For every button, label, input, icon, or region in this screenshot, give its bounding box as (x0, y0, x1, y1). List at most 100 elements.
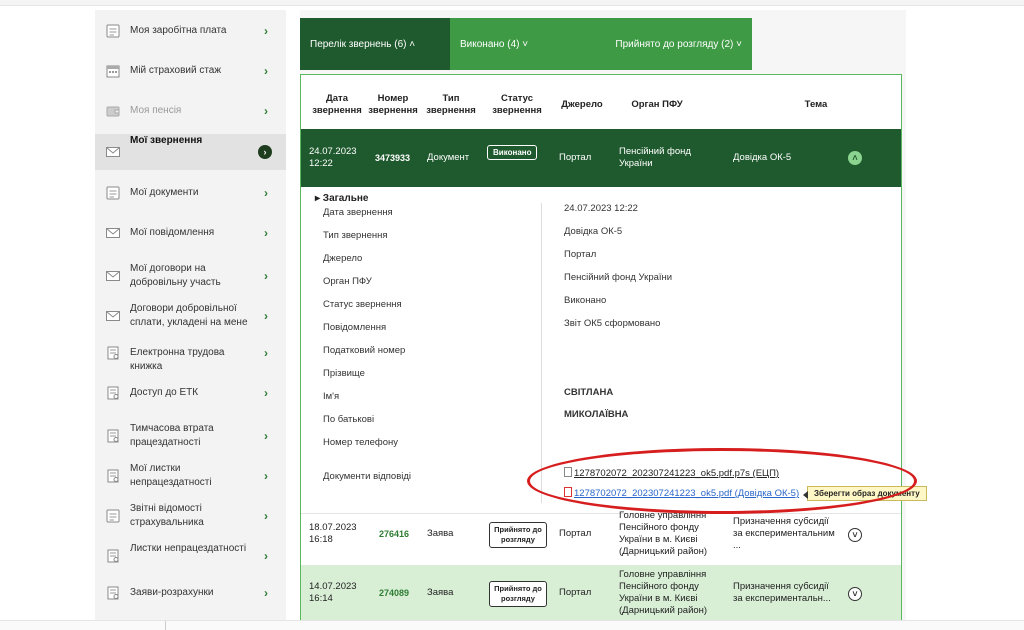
detail-label: По батькові (323, 414, 375, 425)
row-type: Документ (427, 152, 470, 163)
chevron-right-icon: › (264, 429, 268, 443)
detail-value: 24.07.2023 12:22 (564, 203, 638, 214)
row-date: 24.07.2023 12:22 (309, 146, 357, 169)
tab-appeals-list[interactable]: Перелік звернень (6) ˄ (300, 18, 450, 70)
row-source: Портал (559, 152, 592, 163)
sidebar-item[interactable]: Заяви-розрахунки › (95, 582, 286, 604)
row-date: 18.07.2023 16:18 (309, 522, 357, 545)
row-organ: Головне управління Пенсійного фонду Укра… (619, 510, 708, 557)
book-icon (105, 385, 121, 401)
detail-value: Пенсійний фонд України (564, 272, 673, 283)
sidebar-item-label: Звітні відомості страхувальника (130, 503, 204, 528)
detail-value: Портал (564, 249, 597, 260)
chevron-right-icon: › (264, 549, 268, 563)
table-row[interactable]: 18.07.2023 16:18 276416 Заява Прийнято д… (301, 510, 901, 565)
chevron-right-icon: › (264, 346, 268, 360)
document-link-pdf[interactable]: 1278702072_202307241223_ok5.pdf (Довідка… (564, 487, 799, 499)
detail-label: Орган ПФУ (323, 276, 372, 287)
chevron-right-icon: › (264, 309, 268, 323)
sidebar-item[interactable]: Мої звернення › (95, 134, 286, 170)
tabs-bar: Перелік звернень (6) ˄ Виконано (4) ˅ Пр… (300, 18, 752, 70)
sidebar-item[interactable]: Мої документи › (95, 182, 286, 204)
sidebar-item-label: Мої повідомлення (130, 227, 215, 238)
document-link-label: 1278702072_202307241223_ok5.pdf (Довідка… (574, 488, 800, 499)
detail-value: Звіт ОК5 сформовано (564, 318, 661, 329)
document-icon (105, 23, 121, 39)
sidebar-item[interactable]: Мій страховий стаж › (95, 60, 286, 82)
sidebar-item[interactable]: Договори добровільної сплати, укладені н… (95, 302, 286, 330)
chevron-right-icon: › (264, 269, 268, 283)
book-icon (105, 585, 121, 601)
row-number: 3473933 (375, 153, 411, 163)
detail-label: Повідомлення (323, 322, 387, 333)
file-icon (564, 467, 572, 477)
status-badge: Прийнято до розгляду (489, 581, 547, 607)
sidebar-item[interactable]: Тимчасова втрата працездатності › (95, 422, 286, 450)
browser-toolbar-strip (0, 0, 1024, 6)
expand-row-button[interactable]: ˅ (848, 587, 862, 601)
sidebar-item[interactable]: Мої повідомлення › (95, 222, 286, 244)
details-section-title[interactable]: ▸ Загальне (315, 193, 368, 204)
appeals-table: Дата звернення Номер звернення Тип зверн… (300, 74, 902, 620)
detail-label: Ім'я (323, 391, 340, 402)
sidebar-item[interactable]: Листки непрацездатності › (95, 542, 286, 570)
sidebar-item-label: Мій страховий стаж (130, 65, 222, 76)
sidebar-item-label: Електронна трудова книжка (130, 347, 225, 372)
document-icon (105, 185, 121, 201)
tab-accepted[interactable]: Прийнято до розгляду (2) ˅ (600, 18, 752, 70)
book-icon (105, 428, 121, 444)
chevron-right-icon: › (264, 64, 268, 78)
chevron-right-icon: › (264, 469, 268, 483)
sidebar-item[interactable]: Моя пенсія › (95, 100, 286, 122)
sidebar-item-label: Тимчасова втрата працездатності (130, 423, 214, 448)
row-source: Портал (559, 528, 592, 539)
sidebar-item[interactable]: Моя заробітна плата › (95, 20, 286, 42)
sidebar-item[interactable]: Мої листки непрацездатності › (95, 462, 286, 490)
tab-completed[interactable]: Виконано (4) ˅ (450, 18, 600, 70)
expand-row-button[interactable]: ˅ (848, 528, 862, 542)
table-header: Дата звернення Номер звернення Тип зверн… (301, 75, 901, 129)
table-row[interactable]: 24.07.2023 12:22 3473933 Документ Викона… (301, 129, 901, 187)
save-document-tooltip: Зберегти образ документу (803, 486, 927, 501)
detail-label: Документи відповіді (323, 471, 412, 482)
row-type: Заява (427, 587, 454, 598)
detail-label: Податковий номер (323, 345, 406, 356)
detail-label: Дата звернення (323, 207, 393, 218)
status-badge: Прийнято до розгляду (489, 522, 547, 548)
detail-label: Прізвище (323, 368, 365, 379)
calendar-icon (105, 63, 121, 79)
main-panel: Перелік звернень (6) ˄ Виконано (4) ˅ Пр… (300, 10, 906, 620)
chevron-right-icon: › (264, 586, 268, 600)
table-row[interactable]: 14.07.2023 16:14 274089 Заява Прийнято д… (301, 565, 901, 620)
row-number: 276416 (379, 529, 410, 539)
document-icon (105, 508, 121, 524)
envelope-icon (105, 308, 121, 324)
sidebar-item[interactable]: Звітні відомості страхувальника › (95, 502, 286, 530)
page: Моя заробітна плата › Мій страховий стаж › М… (0, 0, 1024, 630)
header-source: Джерело (561, 99, 603, 110)
sidebar-item-label: Моя пенсія (130, 105, 182, 116)
chevron-right-icon: › (264, 186, 268, 200)
detail-value: Виконано (564, 295, 607, 306)
details-divider (541, 203, 542, 503)
detail-label: Тип звернення (323, 230, 388, 241)
chevron-right-icon: › (264, 226, 268, 240)
detail-value: Довідка ОК-5 (564, 226, 623, 237)
detail-label: Джерело (323, 253, 363, 264)
sidebar-item[interactable]: Мої договори на добровільну участь › (95, 262, 286, 290)
row-date: 14.07.2023 16:14 (309, 581, 357, 604)
row-organ: Головне управління Пенсійного фонду Укра… (619, 569, 708, 616)
chevron-right-icon: › (264, 24, 268, 38)
sidebar-item-label: Заяви-розрахунки (130, 587, 214, 598)
row-topic: Призначення субсидії за експериментальни… (733, 516, 835, 551)
chevron-right-icon: › (264, 386, 268, 400)
detail-label: Номер телефону (323, 437, 399, 448)
pdf-file-icon (564, 487, 572, 497)
envelope-icon (105, 268, 121, 284)
book-icon (105, 345, 121, 361)
detail-value: СВІТЛАНА (564, 387, 614, 398)
collapse-row-button[interactable]: ˄ (848, 151, 862, 165)
document-link-signature[interactable]: 1278702072_202307241223_ok5.pdf.p7s (ЕЦП… (564, 467, 779, 479)
sidebar-item[interactable]: Доступ до ЕТК › (95, 382, 286, 404)
sidebar-item[interactable]: Електронна трудова книжка › (95, 342, 286, 372)
